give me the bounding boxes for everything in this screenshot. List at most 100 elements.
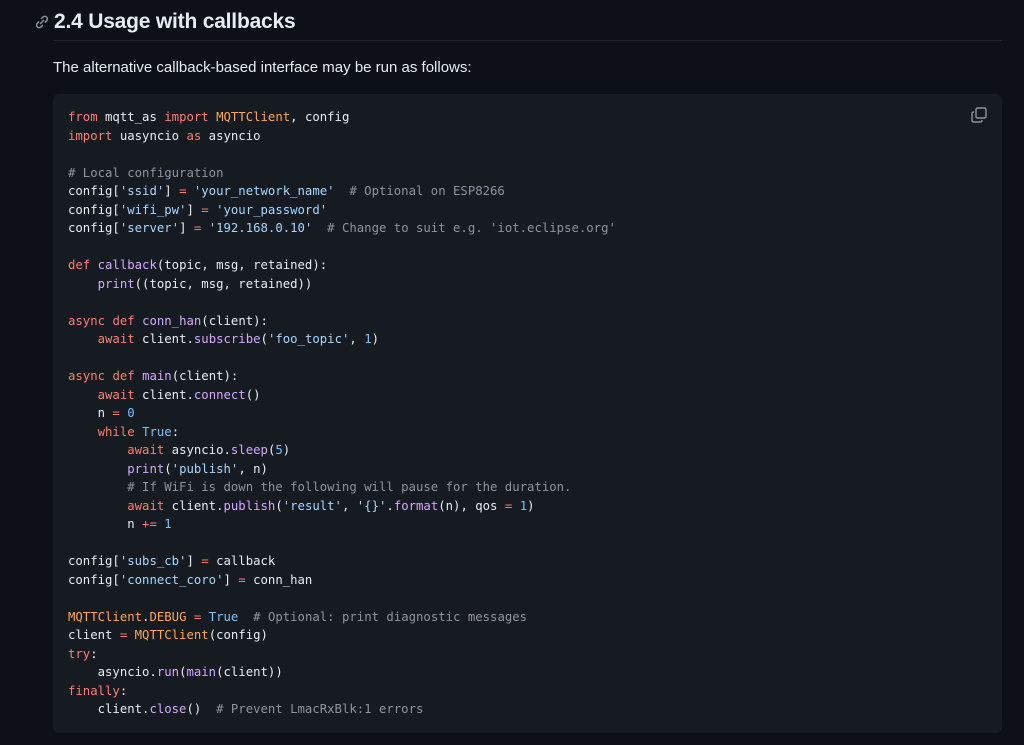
code-token: ) (371, 332, 379, 346)
code-line: await client.publish('result', '{}'.form… (68, 497, 616, 516)
code-line: await asyncio.sleep(5) (68, 441, 616, 460)
code-token: close (149, 702, 187, 716)
code-token: () (245, 387, 261, 402)
code-token: asyncio (201, 128, 261, 143)
code-token: '{}' (356, 498, 387, 513)
code-token: run (156, 665, 180, 679)
code-token: 'server' (119, 221, 180, 235)
code-line: # If WiFi is down the following will pau… (68, 478, 616, 497)
copy-icon[interactable] (970, 106, 988, 124)
code-token: config[ (68, 184, 120, 198)
code-token: config[ (68, 572, 120, 587)
code-token: += (142, 517, 157, 531)
code-token: MQTTClient (216, 110, 291, 124)
code-token: = (238, 572, 246, 587)
code-token: (n), qos (438, 498, 505, 513)
code-token: True (142, 424, 172, 439)
code-token: (client): (171, 369, 239, 383)
link-icon[interactable] (34, 14, 50, 30)
section-title: 2.4 Usage with callbacks (54, 10, 296, 33)
code-token: 'your_password' (216, 202, 328, 217)
code-token: ) (282, 443, 291, 457)
intro-text: The alternative callback-based interface… (53, 59, 472, 76)
code-token: , config (290, 110, 350, 124)
code-line: async def conn_han(client): (68, 312, 616, 331)
code-content: from mqtt_as import MQTTClient, config im… (68, 108, 616, 719)
code-token: MQTTClient (68, 609, 143, 624)
code-token: print (127, 461, 165, 476)
code-token: 'foo_topic' (267, 332, 350, 346)
code-token: import (164, 110, 209, 124)
code-token: async (68, 369, 106, 383)
code-token: ) (527, 498, 535, 513)
code-token: ] (179, 221, 194, 235)
code-token: mqtt_as (97, 110, 165, 124)
code-token: ( (260, 332, 268, 346)
code-token: n (68, 406, 113, 420)
code-line: try: (68, 645, 616, 664)
code-token: . (386, 498, 394, 513)
code-token: 'publish' (171, 461, 239, 476)
code-token: config[ (68, 554, 120, 568)
code-token: callback (208, 554, 276, 568)
code-token: await (97, 332, 135, 346)
code-token: 'connect_coro' (119, 572, 224, 587)
code-line: # Local configuration (68, 164, 616, 183)
code-token: ] (164, 184, 180, 198)
code-token: connect (193, 387, 246, 402)
code-token: # Local configuration (68, 165, 224, 180)
code-token: : (171, 424, 180, 439)
code-token: = (201, 202, 209, 217)
code-token: # If WiFi is down the following will pau… (127, 480, 572, 494)
code-line: import uasyncio as asyncio (68, 127, 616, 146)
code-token: : (90, 646, 98, 661)
code-token: def (68, 258, 91, 272)
code-token: 'result' (282, 498, 342, 513)
code-line: config['subs_cb'] = callback (68, 552, 616, 571)
code-token: n (68, 517, 143, 531)
code-token: config[ (68, 202, 120, 217)
code-line: config['ssid'] = 'your_network_name' # O… (68, 182, 616, 201)
code-token: asyncio. (164, 443, 231, 457)
code-token: True (208, 609, 239, 624)
code-token: 5 (275, 443, 283, 457)
code-token: format (393, 498, 439, 513)
code-token: 1 (164, 517, 172, 531)
code-line: asyncio.run(main(client)) (68, 663, 616, 682)
code-token: asyncio. (68, 665, 157, 679)
code-token: 'subs_cb' (119, 554, 187, 568)
code-token: '192.168.0.10' (208, 221, 313, 235)
code-token: () (186, 702, 217, 716)
code-line: client = MQTTClient(config) (68, 626, 616, 645)
heading-divider (53, 40, 1002, 41)
code-token: (topic, msg, retained): (156, 258, 328, 272)
code-token: 1 (364, 332, 372, 346)
code-line: config['wifi_pw'] = 'your_password' (68, 201, 616, 220)
code-token: : (119, 683, 128, 698)
code-token: , (341, 498, 357, 513)
code-line: print('publish', n) (68, 460, 616, 479)
code-line: while True: (68, 423, 616, 442)
code-token: 'ssid' (119, 184, 165, 198)
code-token: conn_han (142, 313, 202, 328)
code-token: client. (164, 498, 224, 513)
code-token: subscribe (193, 332, 261, 346)
code-token: await (97, 387, 135, 402)
code-token: as (186, 128, 202, 143)
code-token: = (201, 554, 209, 568)
code-block: from mqtt_as import MQTTClient, config im… (53, 94, 1002, 733)
